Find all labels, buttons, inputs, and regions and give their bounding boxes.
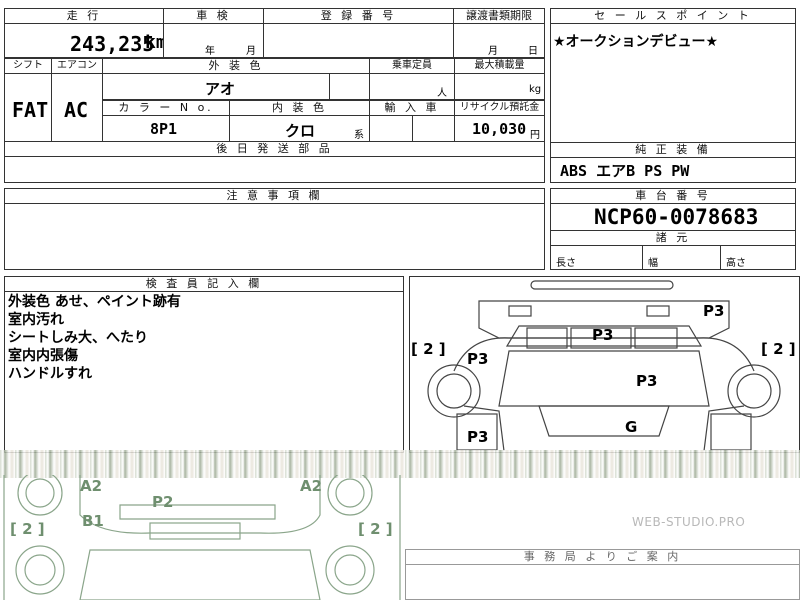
equipment-value: ABS エアB PS PW — [560, 162, 690, 180]
inspector-notes: 外装色 あせ、ペイント跡有 室内汚れ シートしみ大、へたり 室内内張傷 ハンドル… — [8, 293, 181, 383]
sales-point-label: セ ー ル ス ポ イ ン ト — [550, 8, 796, 24]
specs-label: 諸 元 — [550, 230, 796, 246]
inspector-line: シートしみ大、へたり — [8, 330, 148, 346]
mileage-value: 243,235 — [70, 32, 155, 56]
damage-mark: P2 — [152, 493, 173, 511]
damage-mark: P3 — [467, 350, 488, 368]
color-no-label: カ ラ ー N o. — [102, 100, 230, 116]
mileage-label: 走 行 — [4, 8, 164, 24]
recycle-label: リサイクル預託金 — [454, 100, 545, 116]
import-cell-b — [412, 115, 455, 142]
equipment-label: 純 正 装 備 — [550, 142, 796, 158]
load-unit: kg — [529, 84, 542, 95]
damage-mark: B1 — [82, 512, 104, 530]
office-notice-box — [405, 564, 800, 600]
exterior-extra-cell — [329, 73, 370, 100]
color-no-value: 8P1 — [150, 120, 178, 138]
tire-mark-right-top: [ 2 ] — [761, 340, 796, 358]
shift-value: FAT — [12, 98, 49, 122]
inspector-line: 室内汚れ — [8, 312, 64, 328]
exterior-label: 外 装 色 — [102, 58, 370, 74]
load-label: 最大積載量 — [454, 58, 545, 74]
damage-mark: P3 — [636, 372, 657, 390]
import-cell-a — [369, 115, 413, 142]
transfer-day: 日 — [528, 46, 538, 57]
capacity-unit: 人 — [437, 88, 447, 99]
damage-mark: P3 — [592, 326, 613, 344]
interior-suffix: 系 — [354, 130, 364, 141]
parts-label: 後 日 発 送 部 品 — [4, 141, 545, 157]
damage-mark: G — [625, 418, 637, 436]
interior-label: 内 装 色 — [229, 100, 370, 116]
damage-mark: A2 — [80, 477, 102, 495]
notes-label: 注 意 事 項 欄 — [4, 188, 545, 204]
transfer-label: 譲渡書類期限 — [453, 8, 545, 24]
scan-distortion-band — [0, 450, 800, 478]
shift-label: シフト — [4, 58, 52, 74]
chassis-label: 車 台 番 号 — [550, 188, 796, 204]
office-notice-label: 事 務 局 よ り ご 案 内 — [405, 549, 800, 565]
specs-height: 高さ — [726, 258, 746, 269]
ac-value: AC — [64, 98, 89, 122]
damage-mark: P3 — [703, 302, 724, 320]
sales-point-text: ★オークションデビュー★ — [553, 34, 719, 50]
inspector-label: 検 査 員 記 入 欄 — [4, 276, 404, 292]
damage-mark: A2 — [300, 477, 322, 495]
notes-box — [4, 203, 545, 270]
registration-label: 登 録 番 号 — [263, 8, 454, 24]
tire-mark-right-bottom: [ 2 ] — [358, 520, 393, 538]
parts-box — [4, 156, 545, 183]
tire-mark-left-bottom: [ 2 ] — [10, 520, 45, 538]
inspection-label: 車 検 — [163, 8, 264, 24]
damage-mark: P3 — [467, 428, 488, 446]
recycle-unit: 円 — [530, 130, 540, 141]
import-label: 輸 入 車 — [369, 100, 455, 116]
transfer-month: 月 — [488, 46, 498, 57]
inspection-year: 年 — [205, 46, 215, 57]
inspection-month: 月 — [246, 46, 256, 57]
specs-length: 長さ — [556, 258, 576, 269]
specs-width: 幅 — [648, 258, 658, 269]
recycle-value: 10,030 — [472, 120, 527, 138]
exterior-value: アオ — [205, 80, 236, 98]
inspector-line: 外装色 あせ、ペイント跡有 — [8, 294, 181, 310]
car-diagram-lower: A2 A2 P2 B1 [ 2 ] [ 2 ] — [3, 475, 401, 600]
chassis-value: NCP60-0078683 — [594, 205, 759, 229]
inspector-line: ハンドルすれ — [8, 366, 92, 382]
ac-label: エアコン — [51, 58, 103, 74]
capacity-label: 乗車定員 — [369, 58, 455, 74]
tire-mark-left-top: [ 2 ] — [411, 340, 446, 358]
car-diagram-upper: P3 P3 P3 P3 P3 G [ 2 ] [ 2 ] — [411, 280, 796, 452]
inspector-line: 室内内張傷 — [8, 348, 78, 364]
watermark: WEB-STUDIO.PRO — [632, 515, 746, 529]
interior-value: クロ — [285, 122, 316, 140]
